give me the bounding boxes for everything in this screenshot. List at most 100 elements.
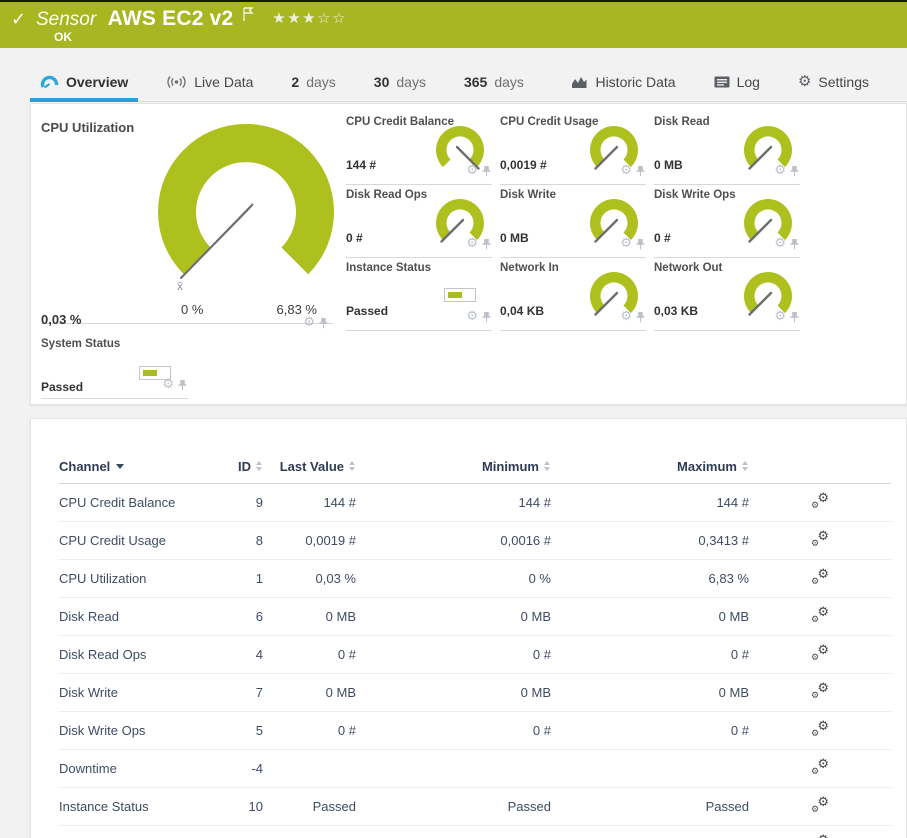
column-header-minimum[interactable]: Minimum: [356, 419, 551, 484]
area-chart-icon: [571, 75, 588, 89]
channel-settings-gear-icon[interactable]: ⚙: [774, 237, 786, 250]
channel-maximum: [551, 749, 749, 788]
channel-settings-gears-icon[interactable]: ⚙⚙: [811, 757, 829, 777]
tab-label: Overview: [66, 73, 129, 90]
pin-icon[interactable]: [481, 311, 492, 323]
channel-last-value: 0 #: [263, 711, 356, 750]
channel-row[interactable]: Network In 2 0,04 KB 0,03 KB 1.688 KB ⚙⚙: [59, 825, 891, 838]
channel-settings-gears-icon[interactable]: ⚙⚙: [811, 643, 829, 663]
priority-stars[interactable]: ★★★☆☆: [272, 10, 347, 27]
pin-icon[interactable]: [635, 165, 646, 177]
pin-icon[interactable]: [481, 238, 492, 250]
channel-tile: Network In 0,04 KB ⚙: [500, 258, 646, 331]
channel-minimum: 0 %: [356, 559, 551, 598]
channel-maximum: 0 #: [551, 711, 749, 750]
channel-row[interactable]: CPU Credit Usage 8 0,0019 # 0,0016 # 0,3…: [59, 521, 891, 560]
channel-last-value: [263, 749, 356, 788]
column-header-last-value[interactable]: Last Value: [263, 419, 356, 484]
column-header-channel[interactable]: Channel: [59, 419, 229, 484]
channel-id: -4: [229, 749, 263, 788]
channel-id: 10: [229, 787, 263, 826]
tile-title: Disk Read Ops: [346, 189, 428, 201]
tab-log[interactable]: Log: [704, 62, 770, 101]
channel-tiles-grid: CPU Credit Balance 144 # ⚙ CPU Credit Us…: [346, 112, 816, 332]
channel-settings-gears-icon[interactable]: ⚙⚙: [811, 529, 829, 549]
column-header-maximum[interactable]: Maximum: [551, 419, 749, 484]
channel-settings-gears-icon[interactable]: ⚙⚙: [811, 605, 829, 625]
pin-icon[interactable]: [318, 317, 329, 329]
tab-2-days[interactable]: 2 days: [281, 62, 345, 101]
channel-settings-gear-icon[interactable]: ⚙: [466, 164, 478, 177]
tab-settings[interactable]: ⚙ Settings: [788, 62, 879, 101]
tab-30-days[interactable]: 30 days: [364, 62, 436, 101]
channel-tile: CPU Credit Usage 0,0019 # ⚙: [500, 112, 646, 185]
sort-desc-icon: [116, 464, 125, 469]
channel-name: Downtime: [59, 749, 229, 788]
channel-row[interactable]: CPU Credit Balance 9 144 # 144 # 144 # ⚙…: [59, 483, 891, 522]
channel-tile: Disk Read Ops 0 # ⚙: [346, 185, 492, 258]
tile-value: 0,03 %: [41, 312, 82, 327]
tab-365-days[interactable]: 365 days: [454, 62, 534, 101]
channel-settings-gears-icon[interactable]: ⚙⚙: [811, 795, 829, 815]
tab-live-data[interactable]: Live Data: [156, 62, 263, 101]
channel-settings-gears-icon[interactable]: ⚙⚙: [811, 567, 829, 587]
tile-value: 0 MB: [500, 231, 529, 245]
channel-minimum: 144 #: [356, 483, 551, 522]
channel-row[interactable]: CPU Utilization 1 0,03 % 0 % 6,83 % ⚙ ⚙: [59, 559, 891, 598]
flag-icon[interactable]: [242, 7, 254, 27]
pin-icon[interactable]: [635, 238, 646, 250]
channel-last-value: 0 MB: [263, 597, 356, 636]
tile-value: Passed: [346, 304, 389, 318]
channel-settings-gear-icon[interactable]: ⚙: [774, 310, 786, 323]
channel-id: 7: [229, 673, 263, 712]
channel-last-value: 0 MB: [263, 673, 356, 712]
tab-overview[interactable]: Overview: [30, 62, 139, 102]
status-indicator: [444, 288, 476, 302]
column-header-id[interactable]: ID: [229, 419, 263, 484]
channel-settings-gear-icon[interactable]: ⚙: [620, 164, 632, 177]
channel-maximum: 144 #: [551, 483, 749, 522]
channel-row[interactable]: Downtime -4 ⚙ ⚙: [59, 749, 891, 788]
cpu-utilization-tile: CPU Utilization x̄ 0 % 6,83 % 0,03 % ⚙: [41, 118, 334, 329]
channel-last-value: 144 #: [263, 483, 356, 522]
channel-settings-gear-icon[interactable]: ⚙: [303, 316, 315, 329]
tab-unit: days: [306, 73, 336, 90]
tile-title: Disk Read: [654, 116, 710, 128]
channel-row[interactable]: Instance Status 10 Passed Passed Passed …: [59, 787, 891, 826]
tab-label: Live Data: [194, 73, 254, 90]
pin-icon[interactable]: [789, 165, 800, 177]
sort-icon: [256, 461, 263, 472]
pin-icon[interactable]: [789, 238, 800, 250]
channel-settings-gear-icon[interactable]: ⚙: [162, 378, 174, 391]
tile-title: System Status: [41, 338, 121, 350]
pin-icon[interactable]: [635, 311, 646, 323]
channel-last-value: 0,03 %: [263, 559, 356, 598]
tile-value: Passed: [41, 380, 84, 394]
gauge-average-marker: x̄: [177, 279, 183, 293]
channel-row[interactable]: Disk Write 7 0 MB 0 MB 0 MB ⚙ ⚙: [59, 673, 891, 712]
channel-id: 9: [229, 483, 263, 522]
channel-maximum: 0 #: [551, 635, 749, 674]
channel-id: 6: [229, 597, 263, 636]
channel-settings-gears-icon[interactable]: ⚙⚙: [811, 491, 829, 511]
channel-maximum: Passed: [551, 787, 749, 826]
channel-settings-gear-icon[interactable]: ⚙: [620, 237, 632, 250]
channel-settings-gear-icon[interactable]: ⚙: [774, 164, 786, 177]
channel-minimum: Passed: [356, 787, 551, 826]
channel-settings-gears-icon[interactable]: ⚙⚙: [811, 719, 829, 739]
sort-icon: [349, 461, 356, 472]
channel-settings-gear-icon[interactable]: ⚙: [466, 237, 478, 250]
channel-name: Network In: [59, 825, 229, 838]
channel-row[interactable]: Disk Read 6 0 MB 0 MB 0 MB ⚙ ⚙: [59, 597, 891, 636]
channel-settings-gears-icon[interactable]: ⚙⚙: [811, 681, 829, 701]
channel-settings-gear-icon[interactable]: ⚙: [620, 310, 632, 323]
pin-icon[interactable]: [177, 379, 188, 391]
channel-row[interactable]: Disk Write Ops 5 0 # 0 # 0 # ⚙ ⚙: [59, 711, 891, 750]
table-header-row: Channel ID Last Value Minimum Maximum: [59, 419, 891, 484]
tab-historic-data[interactable]: Historic Data: [561, 62, 685, 101]
channel-maximum: 6,83 %: [551, 559, 749, 598]
pin-icon[interactable]: [481, 165, 492, 177]
pin-icon[interactable]: [789, 311, 800, 323]
channel-row[interactable]: Disk Read Ops 4 0 # 0 # 0 # ⚙ ⚙: [59, 635, 891, 674]
channel-settings-gear-icon[interactable]: ⚙: [466, 310, 478, 323]
